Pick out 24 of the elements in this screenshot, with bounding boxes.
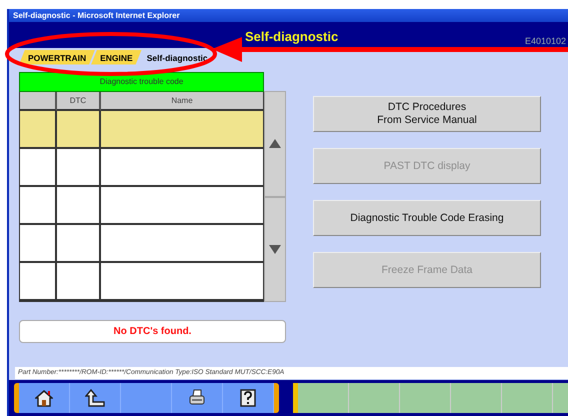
return-arrow-icon	[85, 389, 105, 407]
screen-code: E4010102	[524, 36, 566, 46]
house-icon	[35, 389, 53, 407]
column-header: Name	[101, 92, 263, 111]
help-icon	[240, 389, 256, 407]
page-title: Self-diagnostic	[245, 29, 338, 44]
toolbar-button[interactable]	[172, 383, 223, 413]
column-header: DTC	[57, 92, 101, 111]
breadcrumb-tab[interactable]: POWERTRAIN	[19, 50, 96, 64]
toolbar-button[interactable]	[223, 383, 274, 413]
column-header	[20, 92, 57, 111]
printer-icon	[188, 389, 206, 407]
up-triangle-icon	[269, 139, 281, 148]
window-title: Self-diagnostic - Microsoft Internet Explorer	[9, 9, 568, 22]
scroll-down-button[interactable]	[264, 196, 286, 302]
scroll-up-button[interactable]	[264, 91, 286, 196]
toolbar-button[interactable]	[70, 383, 121, 413]
action-button[interactable]: DTC Procedures From Service Manual	[313, 96, 541, 132]
breadcrumb-tab[interactable]: ENGINE	[91, 50, 142, 64]
action-button[interactable]: Diagnostic Trouble Code Erasing	[313, 200, 541, 236]
down-triangle-icon	[269, 244, 281, 254]
toolbar-button[interactable]	[19, 383, 70, 413]
table-title: Diagnostic trouble code	[19, 72, 264, 92]
status-message: No DTC's found.	[19, 320, 286, 343]
